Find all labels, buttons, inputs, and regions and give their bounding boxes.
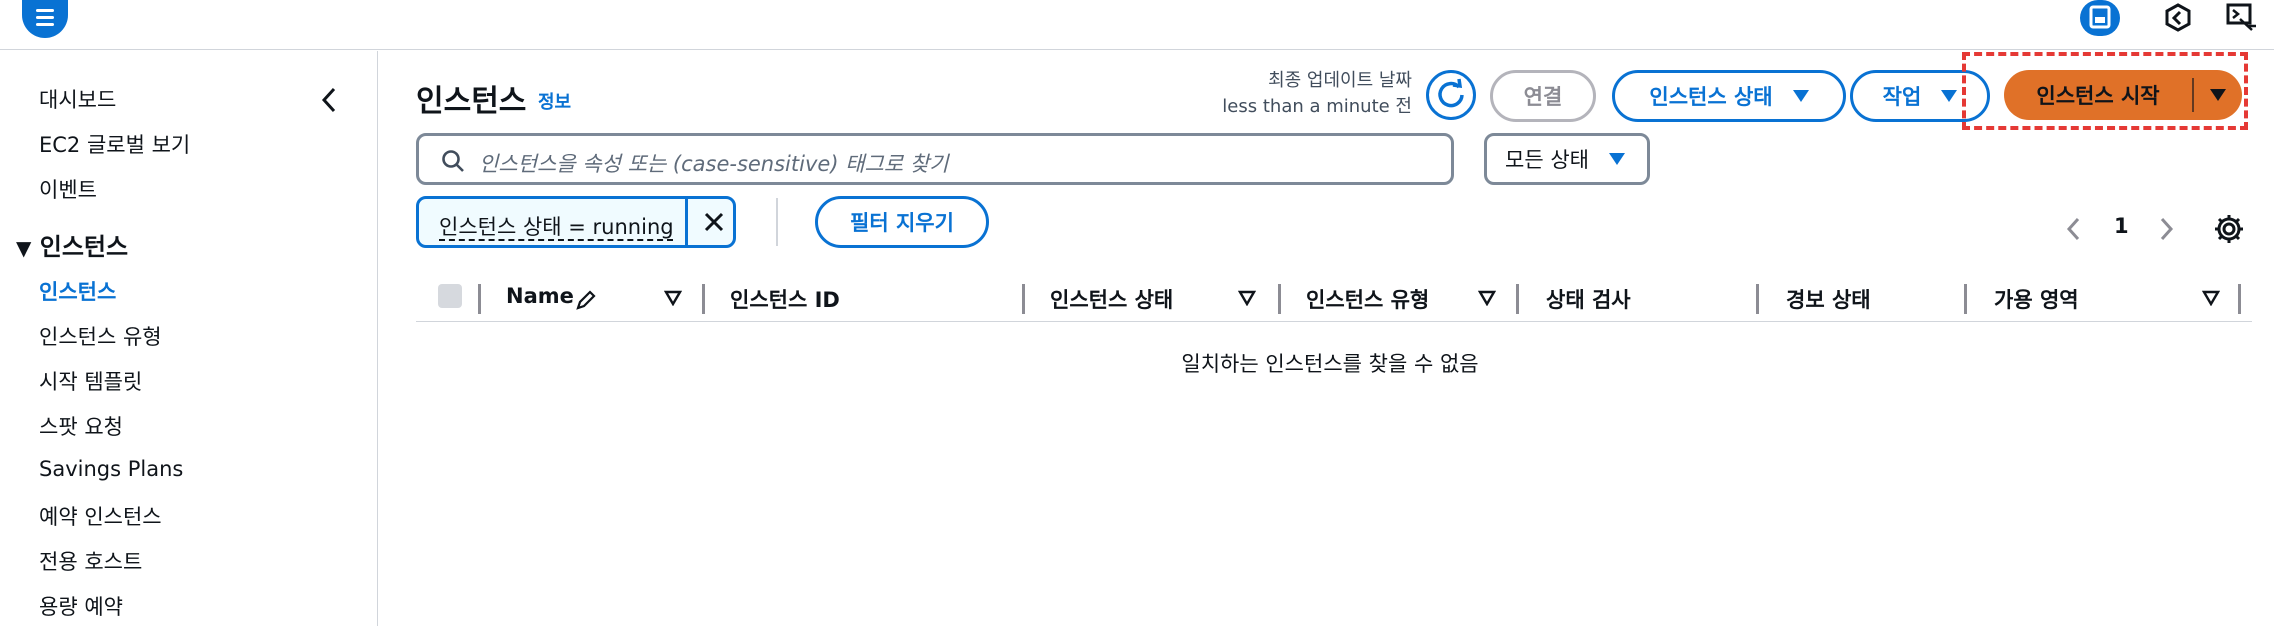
- caret-down-icon: [1792, 90, 1809, 102]
- instance-state-label: 인스턴스 상태: [1649, 85, 1773, 109]
- search-input[interactable]: 인스턴스을 속성 또는 (case-sensitive) 태그로 찾기: [416, 133, 1454, 185]
- sort-icon[interactable]: [2202, 290, 2220, 306]
- column-divider: [1516, 284, 1519, 314]
- select-all-checkbox[interactable]: [438, 284, 462, 308]
- filter-token-label[interactable]: 인스턴스 상태 = running: [439, 211, 674, 241]
- column-header-availability-zone[interactable]: 가용 영역: [1994, 284, 2079, 314]
- sidebar-item-instance-types[interactable]: 인스턴스 유형: [39, 321, 162, 351]
- column-divider: [702, 284, 705, 314]
- last-updated-label: 최종 업데이트 날짜: [1268, 70, 1412, 91]
- cloudshell-icon[interactable]: [2222, 0, 2262, 36]
- caret-down-icon: ▼: [16, 236, 32, 260]
- chevron-left-icon[interactable]: [318, 85, 340, 115]
- instance-state-button[interactable]: 인스턴스 상태: [1612, 70, 1846, 122]
- empty-state-message: 일치하는 인스턴스를 찾을 수 없음: [1181, 352, 1479, 376]
- connect-label: 연결: [1523, 85, 1563, 109]
- sidebar-item-events[interactable]: 이벤트: [39, 174, 97, 204]
- info-link[interactable]: 정보: [538, 88, 571, 114]
- sort-icon[interactable]: [664, 290, 682, 306]
- page-number[interactable]: 1: [2114, 214, 2129, 238]
- state-filter-select[interactable]: 모든 상태: [1484, 133, 1650, 185]
- chevron-right-icon[interactable]: [2156, 214, 2176, 244]
- column-divider: [478, 284, 481, 314]
- column-header-status-check[interactable]: 상태 검사: [1546, 284, 1631, 314]
- actions-label: 작업: [1882, 85, 1922, 109]
- column-divider: [1022, 284, 1025, 314]
- clear-filters-button[interactable]: 필터 지우기: [815, 196, 989, 248]
- sidebar-item-dashboard[interactable]: 대시보드: [39, 84, 116, 114]
- caret-down-icon: [1608, 153, 1625, 165]
- divider: [776, 198, 778, 246]
- close-icon[interactable]: [699, 207, 729, 237]
- sort-icon[interactable]: [1238, 290, 1256, 306]
- sidebar-section-instances[interactable]: ▼ 인스턴스: [16, 227, 128, 262]
- sidebar-item-dedicated-hosts[interactable]: 전용 호스트: [39, 546, 142, 576]
- caret-down-icon: [1941, 90, 1958, 102]
- column-header-alarm-status[interactable]: 경보 상태: [1786, 284, 1871, 314]
- sidebar-item-ec2-global-view[interactable]: EC2 글로벌 보기: [39, 129, 190, 159]
- top-navigation-bar: [0, 0, 2274, 50]
- column-header-instance-id[interactable]: 인스턴스 ID: [730, 284, 840, 314]
- sidebar-item-instances[interactable]: 인스턴스: [39, 276, 116, 306]
- column-divider: [2238, 284, 2241, 314]
- gear-icon[interactable]: [2212, 212, 2246, 246]
- hex-settings-icon[interactable]: [2158, 0, 2198, 36]
- filter-token[interactable]: 인스턴스 상태 = running: [416, 196, 736, 248]
- chevron-left-icon[interactable]: [2064, 214, 2084, 244]
- column-header-name[interactable]: Name: [506, 284, 574, 308]
- pagination: 1: [2060, 210, 2180, 250]
- column-header-instance-state[interactable]: 인스턴스 상태: [1050, 284, 1173, 314]
- column-divider: [1964, 284, 1967, 314]
- last-updated-value: less than a minute 전: [1222, 96, 1412, 117]
- clear-filters-label: 필터 지우기: [850, 211, 954, 235]
- filter-token-divider: [685, 199, 688, 245]
- last-updated: 최종 업데이트 날짜 less than a minute 전: [1222, 68, 1412, 120]
- pencil-icon: [576, 290, 596, 310]
- refresh-icon: [1438, 78, 1464, 108]
- sort-icon[interactable]: [1478, 290, 1496, 306]
- column-divider: [1756, 284, 1759, 314]
- connect-button[interactable]: 연결: [1490, 70, 1596, 122]
- column-divider: [1278, 284, 1281, 314]
- refresh-button[interactable]: [1426, 70, 1476, 120]
- sidebar-item-reserved-instances[interactable]: 예약 인스턴스: [39, 501, 162, 531]
- table-header: Name 인스턴스 ID 인스턴스 상태 인스턴스 유형 상태 검사 경보 상태…: [416, 278, 2252, 322]
- sidebar-item-spot-requests[interactable]: 스팟 요청: [39, 411, 123, 441]
- highlight-box: [1962, 52, 2248, 130]
- sidebar-item-capacity-reservations[interactable]: 용량 예약: [39, 591, 123, 621]
- sidebar-section-label: 인스턴스: [39, 233, 129, 261]
- search-icon: [442, 150, 464, 172]
- hamburger-menu-icon[interactable]: [22, 0, 68, 38]
- sidebar: 대시보드 EC2 글로벌 보기 이벤트 ▼ 인스턴스 인스턴스 인스턴스 유형 …: [0, 51, 378, 626]
- sidebar-item-savings-plans[interactable]: Savings Plans: [39, 457, 183, 481]
- search-placeholder: 인스턴스을 속성 또는 (case-sensitive) 태그로 찾기: [479, 152, 949, 176]
- state-filter-value: 모든 상태: [1505, 148, 1589, 172]
- page-title: 인스턴스: [416, 84, 527, 119]
- column-header-instance-type[interactable]: 인스턴스 유형: [1306, 284, 1429, 314]
- panel-icon[interactable]: [2080, 0, 2120, 36]
